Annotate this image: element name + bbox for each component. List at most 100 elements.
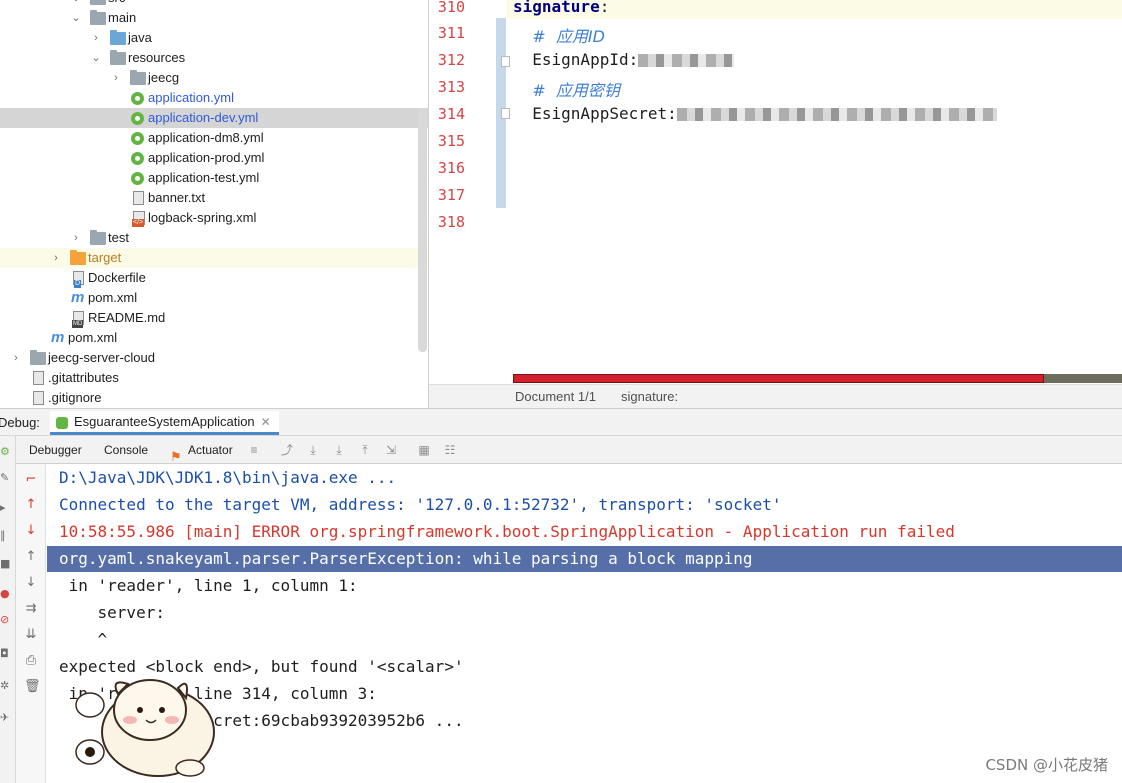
next-occurrence-icon[interactable]: ↓ [24,524,38,538]
text-file-icon [133,191,144,205]
tree-item-gitattributes[interactable]: .gitattributes [0,368,428,388]
yaml-editor[interactable]: 310 311 312 313 314 315 316 317 318 sign… [428,0,1122,408]
scroll-down-icon[interactable]: ↓ [24,576,38,590]
chevron-down-icon[interactable]: ⌄ [90,48,102,68]
chevron-right-icon[interactable]: › [110,68,122,88]
tree-scrollbar[interactable] [418,108,427,352]
previous-occurrence-icon[interactable]: ↑ [24,498,38,512]
tree-item-label: main [108,10,137,25]
console-line: server: [59,603,165,622]
fold-marker-icon[interactable] [501,108,510,119]
step-out-icon[interactable]: ⤒ [358,443,372,457]
stop-icon[interactable]: ■ [0,558,12,570]
clear-icon[interactable]: ⌐ [24,473,38,487]
show-execution-point-icon[interactable]: ⤴ [280,443,294,457]
tree-item-application-dm8-yml[interactable]: application-dm8.yml [0,128,428,148]
tree-item-readme-md[interactable]: README.md [0,308,428,328]
rerun-icon[interactable]: ⚙ [0,446,12,458]
console-line: in 'reader', line 1, column 1: [59,576,358,595]
line-number: 315 [437,132,465,150]
yaml-colon: : [599,0,610,16]
yaml-comment: # 应用ID [532,27,605,46]
tree-item-application-dev-yml[interactable]: application-dev.yml [0,108,428,128]
console-toolbar: ⌐ ↑ ↓ ↑ ↓ ⇉ ⇊ ⎙ 🗑 [16,464,46,783]
tree-item-jeecg-server-cloud[interactable]: › jeecg-server-cloud [0,348,428,368]
tree-item-application-test-yml[interactable]: application-test.yml [0,168,428,188]
document-indicator[interactable]: Document 1/1 [515,385,596,409]
tree-item-label: application-dev.yml [148,110,259,125]
tree-item-dockerfile[interactable]: Dockerfile [0,268,428,288]
debug-side-toolbar: ⚙ ✎ ▸ ∥ ■ ● ⊘ ◘ ✲ ✈ [0,436,16,783]
run-to-cursor-icon[interactable]: ⇲ [384,443,398,457]
project-tree: ⌄ src ⌄ main › java ⌄ resources › jeecg … [0,0,428,408]
redacted-value [676,108,997,121]
chevron-down-icon[interactable]: ⌄ [70,8,82,28]
chevron-right-icon[interactable]: › [50,248,62,268]
tree-item-label: .gitignore [48,390,102,405]
step-over-icon[interactable]: ⤓ [306,443,320,457]
code-line-310: signature: [513,0,609,16]
line-number: 317 [437,186,465,204]
folder-icon [30,350,46,365]
progress-fill [513,374,1044,383]
tree-item-resources[interactable]: ⌄ resources [0,48,428,68]
settings-icon[interactable]: ✲ [0,680,12,692]
tree-item-banner-txt[interactable]: banner.txt [0,188,428,208]
chevron-right-icon[interactable]: › [90,28,102,48]
close-icon[interactable]: ✕ [261,415,271,429]
chevron-right-icon[interactable]: › [70,228,82,248]
code-line-313: # 应用密钥 [513,77,620,101]
tree-item-logback-spring-xml[interactable]: logback-spring.xml [0,208,428,228]
yaml-key: EsignAppSecret: [532,104,677,123]
tree-item-pom-xml-root[interactable]: m pom.xml [0,328,428,348]
code-line-314: EsignAppSecret: [513,104,997,123]
tree-item-src[interactable]: ⌄ src [0,0,428,8]
scroll-up-icon[interactable]: ↑ [24,550,38,564]
evaluate-icon[interactable]: ▦ [417,443,431,457]
breadcrumb: Document 1/1 signature: [429,384,1122,408]
camera-icon[interactable]: ◘ [0,648,12,660]
tree-item-target[interactable]: › target [0,248,428,268]
spring-boot-icon [56,417,68,429]
tree-item-main[interactable]: ⌄ main [0,8,428,28]
tree-item-application-prod-yml[interactable]: application-prod.yml [0,148,428,168]
resume-icon[interactable]: ▸ [0,502,12,514]
soft-wrap-icon[interactable]: ⇉ [24,602,38,616]
tab-actuator[interactable]: ⚑ Actuator [170,436,233,464]
menu-icon[interactable]: ≡ [247,443,261,457]
mascot-sticker-image [75,679,215,777]
tab-debugger[interactable]: Debugger [29,436,82,464]
tree-item-pom-xml[interactable]: m pom.xml [0,288,428,308]
yaml-file-icon [131,172,144,185]
tree-item-jeecg[interactable]: › jeecg [0,68,428,88]
tree-item-label: README.md [88,310,166,325]
tree-item-label: pom.xml [68,330,118,345]
mute-breakpoints-icon[interactable]: ⊘ [0,614,12,626]
pause-icon[interactable]: ∥ [0,530,12,542]
trash-icon[interactable]: 🗑 [24,680,41,694]
breakpoints-icon[interactable]: ● [0,588,12,600]
tree-item-application-yml[interactable]: application.yml [0,88,428,108]
tree-item-label: application.yml [148,90,234,105]
tab-console[interactable]: Console [104,436,148,464]
breadcrumb-path[interactable]: signature: [621,385,678,409]
tree-item-test[interactable]: › test [0,228,428,248]
chevron-right-icon[interactable]: › [10,348,22,368]
chevron-down-icon[interactable]: ⌄ [70,0,82,8]
run-config-tab[interactable]: EsguaranteeSystemApplication ✕ [50,411,279,435]
tree-item-gitignore[interactable]: .gitignore [0,388,428,408]
tree-item-java[interactable]: › java [0,28,428,48]
step-into-icon[interactable]: ⤓ [332,443,346,457]
redacted-value [638,54,735,67]
scroll-to-end-icon[interactable]: ⇊ [24,628,38,642]
yaml-file-icon [131,112,144,125]
tree-item-label: application-test.yml [148,170,260,185]
trace-icon[interactable]: ☷ [443,443,457,457]
tree-item-label: target [88,250,122,265]
yaml-file-icon [131,152,144,165]
print-icon[interactable]: ⎙ [24,654,38,668]
folder-icon [90,230,106,245]
pin-icon[interactable]: ✈ [0,712,12,724]
fold-marker-icon[interactable] [501,56,510,67]
wrench-icon[interactable]: ✎ [0,472,12,484]
